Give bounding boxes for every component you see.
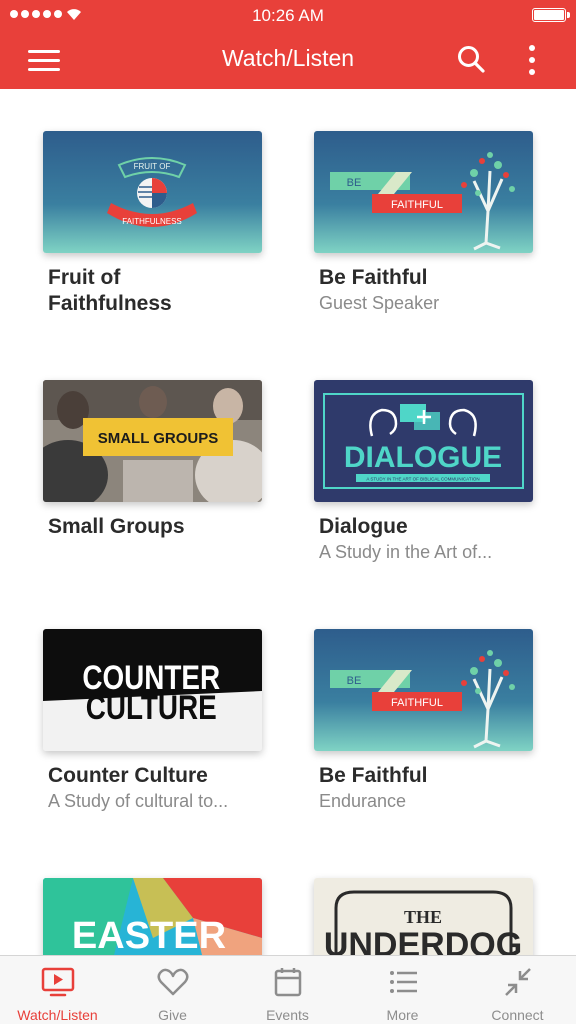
art-faithful-text: FAITHFUL <box>391 199 443 211</box>
series-card[interactable]: FRUIT OF FAITHFULNESS Fruit of Faithfuln… <box>43 131 262 318</box>
art-faithful-text: FAITHFUL <box>391 697 443 709</box>
series-subtitle: A Study in the Art of... <box>319 542 493 562</box>
series-title: Be Faithful <box>319 764 428 787</box>
tab-more[interactable]: More <box>345 956 460 1024</box>
tab-label: Give <box>158 1007 187 1023</box>
art-word-text: DIALOGUE <box>344 441 502 474</box>
series-subtitle: Endurance <box>319 791 407 811</box>
series-card[interactable]: BE FAITHFUL Be Faithful Endurance <box>314 629 533 812</box>
series-thumbnail: DIALOGUE A STUDY IN THE ART OF BIBLICAL … <box>314 380 533 502</box>
series-title: Small Groups <box>48 515 185 538</box>
tab-label: Connect <box>491 1007 544 1023</box>
list-icon <box>390 971 417 993</box>
battery-icon <box>532 8 570 22</box>
top-app-bar: Watch/Listen <box>0 30 576 89</box>
series-thumbnail: BE FAITHFUL <box>314 131 533 253</box>
tab-label: Watch/Listen <box>17 1007 98 1023</box>
series-thumbnail: THE UNDERDOG <box>314 878 533 955</box>
tab-give[interactable]: Give <box>115 956 230 1024</box>
status-time: 10:26 AM <box>252 6 324 25</box>
series-card[interactable]: THE UNDERDOG <box>314 878 533 955</box>
bottom-tab-bar: Watch/Listen Give Events More Connect <box>0 955 576 1024</box>
status-bar: 10:26 AM <box>0 0 576 30</box>
sermon-series-grid: FRUIT OF FAITHFULNESS Fruit of Faithfuln… <box>0 89 576 955</box>
series-thumbnail: BE FAITHFUL <box>314 629 533 751</box>
art-line2-text: CULTURE <box>86 688 217 726</box>
series-thumbnail: FRUIT OF FAITHFULNESS <box>43 131 262 253</box>
collapse-arrows-icon <box>505 968 531 996</box>
tab-label: Events <box>266 1007 309 1023</box>
series-subtitle: A Study of cultural to... <box>48 791 229 811</box>
play-screen-icon <box>41 967 75 997</box>
series-thumbnail: COUNTER CULTURE <box>43 629 262 751</box>
series-title: Dialogue <box>319 515 408 538</box>
series-title: Fruit of Faithfulness <box>48 266 172 315</box>
tab-connect[interactable]: Connect <box>460 956 575 1024</box>
art-top-text: FRUIT OF <box>134 162 171 171</box>
art-the-text: THE <box>404 907 442 927</box>
tab-label: More <box>386 1007 419 1023</box>
art-tag-text: A STUDY IN THE ART OF BIBLICAL COMMUNICA… <box>366 477 479 482</box>
series-title: Counter Culture <box>48 764 208 787</box>
art-word-text: EASTER <box>72 915 226 955</box>
series-subtitle: Guest Speaker <box>319 293 440 313</box>
art-be-text: BE <box>347 177 362 189</box>
series-thumbnail: EASTER <box>43 878 262 955</box>
series-card[interactable]: EASTER <box>43 878 262 955</box>
series-card[interactable]: DIALOGUE A STUDY IN THE ART OF BIBLICAL … <box>314 380 533 563</box>
more-options-icon[interactable] <box>520 44 544 76</box>
art-word-text: UNDERDOG <box>324 926 522 955</box>
series-thumbnail: SMALL GROUPS <box>43 380 262 502</box>
series-card[interactable]: BE FAITHFUL Be Faithful Guest Speaker <box>314 131 533 314</box>
series-card[interactable]: SMALL GROUPS Small Groups <box>43 380 262 541</box>
art-be-text: BE <box>347 675 362 687</box>
tab-events[interactable]: Events <box>230 956 345 1024</box>
heart-icon <box>157 968 189 996</box>
calendar-icon <box>274 968 302 997</box>
series-title: Be Faithful <box>319 266 428 289</box>
art-bottom-text: FAITHFULNESS <box>122 217 182 226</box>
tab-watch-listen[interactable]: Watch/Listen <box>0 956 115 1024</box>
page-title: Watch/Listen <box>221 45 355 71</box>
art-label-text: SMALL GROUPS <box>98 430 219 447</box>
search-icon[interactable] <box>456 44 486 74</box>
series-card[interactable]: COUNTER CULTURE Counter Culture A Study … <box>43 629 262 812</box>
